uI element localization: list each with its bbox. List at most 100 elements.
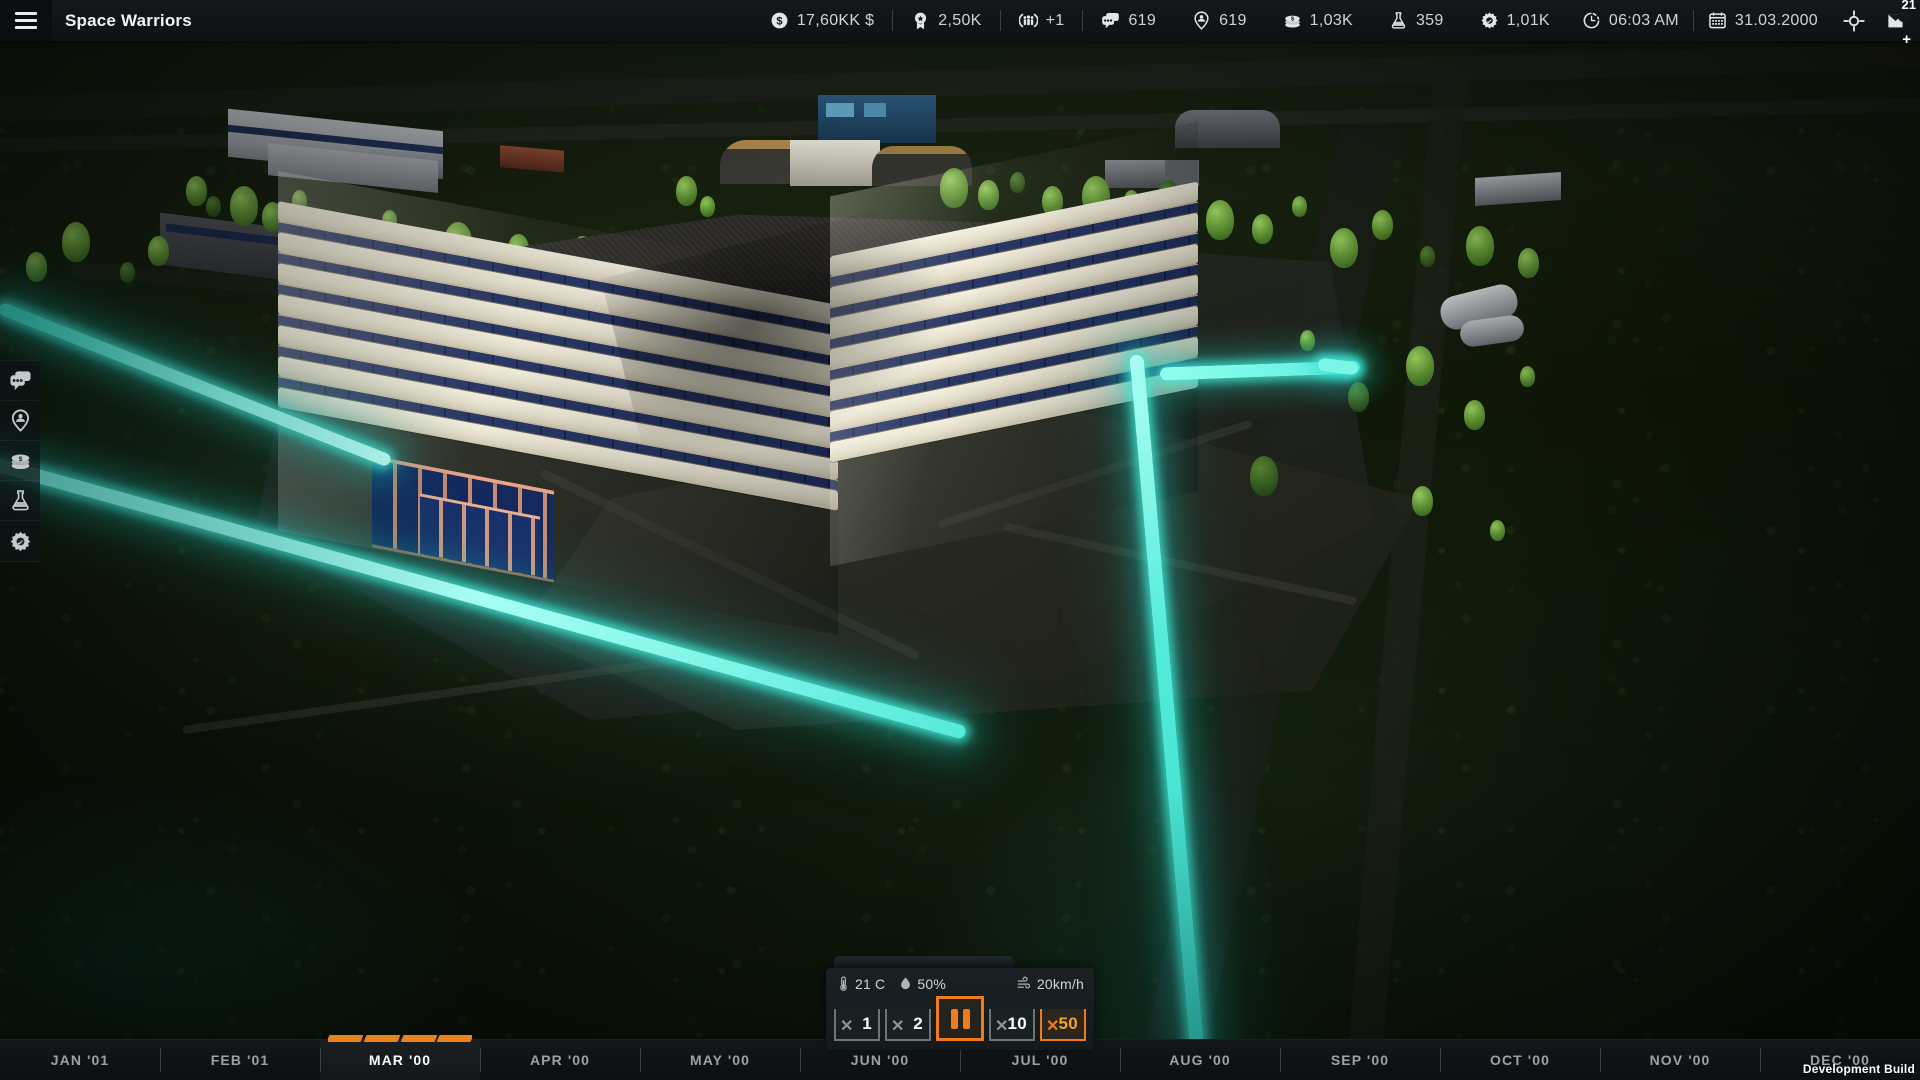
game-clock[interactable]: 06:03 AM <box>1568 0 1693 41</box>
resource-value: 1,01K <box>1506 11 1550 29</box>
background-building <box>818 95 936 143</box>
population-icon <box>1018 11 1038 30</box>
resource-messages[interactable]: 619 <box>1083 0 1174 41</box>
timeline-month[interactable]: MAR '00 <box>320 1035 480 1080</box>
sidebar-item-citizens[interactable] <box>0 401 40 441</box>
hamburger-icon[interactable] <box>0 0 52 41</box>
person-pin-icon <box>1192 11 1211 30</box>
multiply-icon: ✕ <box>840 1018 854 1035</box>
timeline-month[interactable]: FEB '01 <box>160 1040 320 1080</box>
timeline-month-label: JAN '01 <box>50 1052 110 1068</box>
resource-research[interactable]: 359 <box>1371 0 1462 41</box>
calendar-icon <box>1708 11 1727 30</box>
timeline-month-label: SEP '00 <box>1330 1052 1390 1068</box>
resource-value: 17,60KK $ <box>796 11 875 29</box>
flask-icon <box>9 489 32 512</box>
resource-value: 2,50K <box>938 11 982 29</box>
timeline-month-label: AUG '00 <box>1169 1052 1231 1068</box>
gear-wrench-icon <box>9 530 32 553</box>
coin-stack-icon: $ <box>9 449 32 472</box>
speed-button-x1[interactable]: ✕ 1 <box>834 1009 880 1041</box>
timeline-month[interactable]: NOV '00 <box>1600 1040 1760 1080</box>
background-building <box>1475 171 1561 207</box>
mail-plus-label: + <box>1902 31 1911 48</box>
speed-multiplier-label: 10 <box>1007 1014 1027 1033</box>
coin-stack-icon: $ <box>1283 11 1302 30</box>
timeline-month[interactable]: JAN '01 <box>0 1040 160 1080</box>
page-title: Space Warriors <box>65 10 192 30</box>
timeline-month-label: NOV '00 <box>1649 1052 1711 1068</box>
top-hud-bar: Space Warriors $ 17,60KK $ 2,50K +1 619 … <box>0 0 1920 47</box>
multiply-icon: ✕ <box>995 1018 1009 1035</box>
flask-icon <box>1389 11 1408 30</box>
mail-badge: 21 <box>1901 0 1916 12</box>
crosshair-target-icon[interactable] <box>1832 0 1876 41</box>
background-building <box>790 140 880 186</box>
resource-money[interactable]: $ 17,60KK $ <box>752 0 892 41</box>
sidebar-item-messages[interactable] <box>0 361 40 401</box>
pause-icon <box>950 1008 970 1029</box>
resource-reputation[interactable]: 2,50K <box>893 0 999 41</box>
multiply-icon: ✕ <box>891 1018 905 1035</box>
resource-production[interactable]: 1,01K <box>1462 0 1568 41</box>
timeline-month[interactable]: MAY '00 <box>640 1040 800 1080</box>
pause-button[interactable] <box>936 996 984 1041</box>
timeline-month[interactable]: APR '00 <box>480 1040 640 1080</box>
resource-income[interactable]: $ 1,03K <box>1265 0 1371 41</box>
development-build-watermark: Development Build <box>1802 1062 1915 1076</box>
svg-text:$: $ <box>776 15 782 27</box>
award-medal-icon <box>911 11 930 30</box>
resource-bar: $ 17,60KK $ 2,50K +1 619 619 $ 1,03K 359… <box>752 0 1568 41</box>
resource-value: +1 <box>1045 11 1065 29</box>
svg-text:$: $ <box>18 456 22 463</box>
timeline-month-label: FEB '01 <box>210 1052 270 1068</box>
month-progress-bar <box>328 1035 472 1042</box>
timeline-month-label: APR '00 <box>529 1052 591 1068</box>
timeline-month-label: JUN '00 <box>850 1052 910 1068</box>
mail-envelope-icon[interactable]: 21 + <box>1876 0 1920 47</box>
sidebar-item-finance[interactable]: $ <box>0 441 40 481</box>
timeline-month-label: MAY '00 <box>689 1052 751 1068</box>
timeline-month-label: MAR '00 <box>368 1052 432 1068</box>
temperature-value: 21 C <box>855 975 886 992</box>
humidity-value: 50% <box>917 975 946 992</box>
resource-population[interactable]: +1 <box>1001 0 1083 41</box>
speed-button-x2[interactable]: ✕ 2 <box>885 1009 931 1041</box>
chat-bubble-icon <box>9 369 32 392</box>
timeline-month[interactable]: OCT '00 <box>1440 1040 1600 1080</box>
timeline-month-label: JUL '00 <box>1011 1052 1069 1068</box>
multiply-icon: ✕ <box>1046 1018 1060 1035</box>
svg-text:$: $ <box>1291 17 1294 23</box>
timeline-month[interactable]: AUG '00 <box>1120 1040 1280 1080</box>
weather-readout: 21 C 50% 20km/h <box>834 975 1086 996</box>
timeline-month[interactable]: SEP '00 <box>1280 1040 1440 1080</box>
sidebar-item-research[interactable] <box>0 481 40 521</box>
resource-value: 1,03K <box>1309 11 1353 29</box>
status-bar-right: 06:03 AM 31.03.2000 21 + <box>1568 0 1920 47</box>
game-date[interactable]: 31.03.2000 <box>1694 0 1832 41</box>
speed-control-panel: 21 C 50% 20km/h ✕ 1 ✕ 2 ✕ 10 ✕ 50 <box>826 956 1094 1050</box>
speed-button-x50[interactable]: ✕ 50 <box>1040 1009 1086 1041</box>
left-sidebar: $ <box>0 360 40 562</box>
person-pin-icon <box>9 409 32 432</box>
thermometer-icon <box>836 975 851 992</box>
money-coin-icon: $ <box>770 11 789 30</box>
resource-value: 359 <box>1415 11 1444 29</box>
game-viewport[interactable] <box>0 0 1920 1080</box>
gear-wrench-icon <box>1480 11 1499 30</box>
speed-multiplier-label: 1 <box>862 1014 872 1033</box>
chat-bubble-icon <box>1101 11 1120 30</box>
resource-citizens[interactable]: 619 <box>1174 0 1265 41</box>
clock-icon <box>1582 11 1601 30</box>
speed-button-x10[interactable]: ✕ 10 <box>989 1009 1035 1041</box>
speed-multiplier-label: 2 <box>913 1014 923 1033</box>
wind-value: 20km/h <box>1036 975 1084 992</box>
date-value: 31.03.2000 <box>1734 11 1818 29</box>
resource-value: 619 <box>1219 11 1247 29</box>
sidebar-item-settings[interactable] <box>0 521 40 561</box>
water-drop-icon <box>898 975 913 992</box>
resource-value: 619 <box>1128 11 1157 29</box>
clock-value: 06:03 AM <box>1608 11 1679 29</box>
speed-multiplier-label: 50 <box>1058 1014 1078 1033</box>
timeline-month-label: OCT '00 <box>1489 1052 1551 1068</box>
